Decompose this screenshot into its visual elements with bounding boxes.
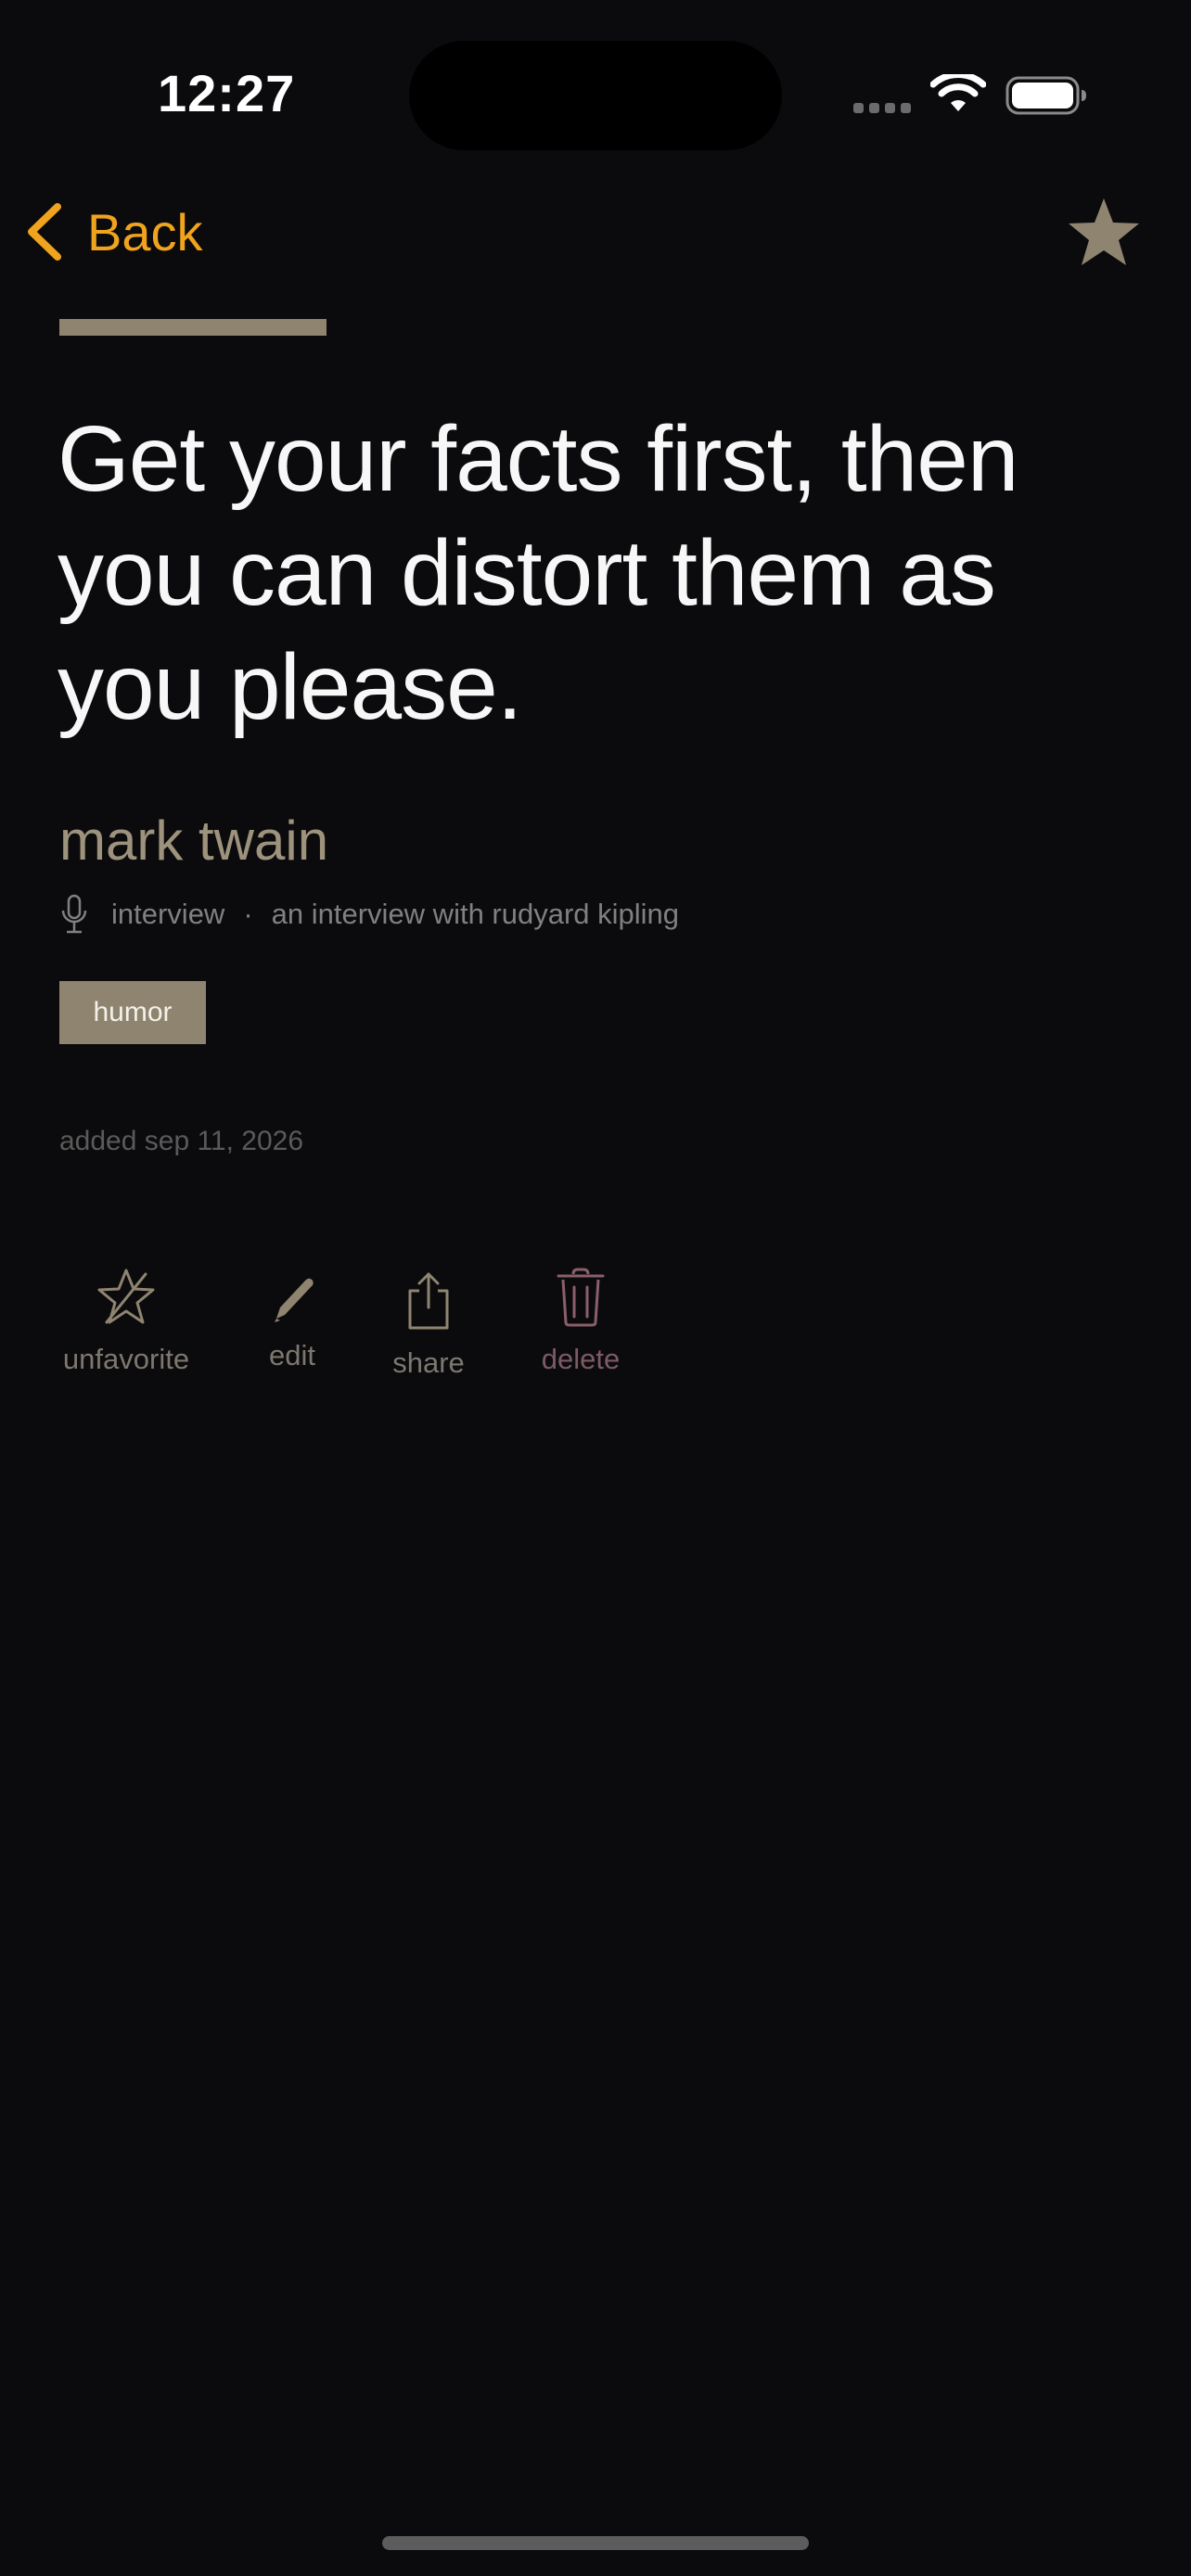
back-button[interactable]: Back <box>22 195 203 269</box>
wifi-icon <box>930 74 986 111</box>
quote-author[interactable]: mark twain <box>59 809 328 873</box>
status-time: 12:27 <box>158 64 296 122</box>
unfavorite-button[interactable]: unfavorite <box>58 1267 195 1376</box>
dynamic-island <box>409 41 782 150</box>
share-label: share <box>392 1346 465 1379</box>
edit-button[interactable]: edit <box>250 1272 334 1372</box>
source-row: interview · an interview with rudyard ki… <box>59 892 679 937</box>
home-indicator[interactable] <box>382 2536 809 2550</box>
signal-dots-icon <box>853 103 911 113</box>
source-separator: · <box>243 898 253 930</box>
share-icon <box>408 1272 449 1330</box>
edit-label: edit <box>269 1339 315 1371</box>
star-slash-icon <box>97 1269 155 1324</box>
delete-button[interactable]: delete <box>525 1267 636 1376</box>
battery-icon <box>1005 76 1086 115</box>
favorite-star-icon[interactable] <box>1067 197 1141 267</box>
status-bar: 12:27 <box>0 0 1191 185</box>
back-label: Back <box>87 202 203 261</box>
microphone-icon <box>61 894 87 934</box>
source-type: interview <box>111 898 225 930</box>
delete-label: delete <box>541 1343 621 1375</box>
unfavorite-label: unfavorite <box>62 1343 190 1375</box>
tag-chip-humor[interactable]: humor <box>59 981 206 1044</box>
chevron-left-icon <box>28 203 61 261</box>
share-button[interactable]: share <box>380 1270 477 1380</box>
source-title: an interview with rudyard kipling <box>271 898 680 930</box>
trash-icon <box>557 1268 605 1327</box>
accent-bar <box>59 319 327 336</box>
pencil-icon <box>275 1278 314 1322</box>
added-date: added sep 11, 2026 <box>59 1126 304 1156</box>
quote-text: Get your facts first, then you can disto… <box>58 407 1019 739</box>
